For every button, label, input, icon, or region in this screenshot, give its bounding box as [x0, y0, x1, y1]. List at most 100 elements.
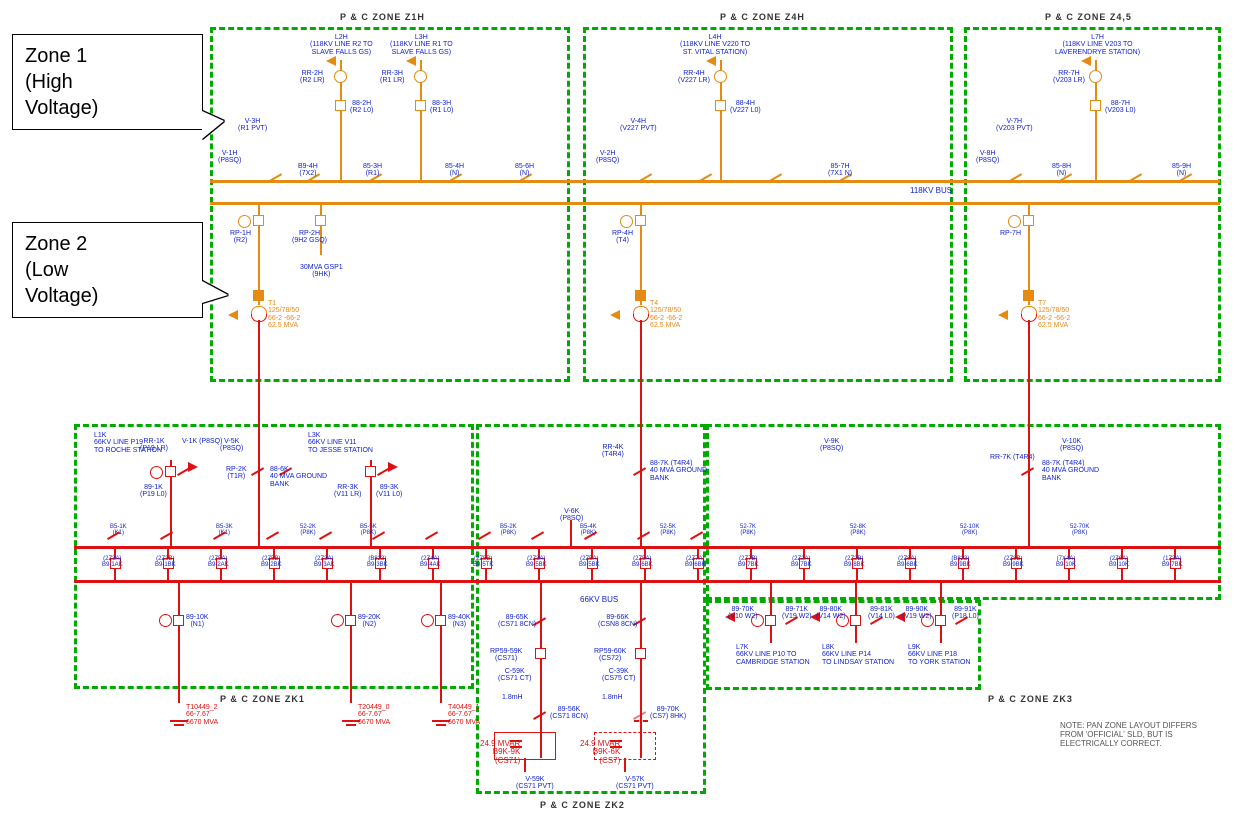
bus-breaker-label-ba10: (7X4A) B9-10K [1056, 556, 1076, 569]
disc-label-b5_2k: B5-2K (P8K) [500, 524, 517, 537]
t4-box [635, 290, 646, 301]
bus-tap-bot-ba5 [538, 568, 540, 580]
disc-label-b52_7k: 52-7K (P8K) [740, 524, 756, 537]
t1-box [253, 290, 264, 301]
b89-20k [345, 615, 356, 626]
lbl-b95_4: B9-4H (7X2) [298, 163, 318, 178]
disc-label-b5_4k: B5-4K (P8K) [580, 524, 597, 537]
bus-breaker-label-bb6: (2Z7A) B9-6BK [685, 556, 706, 569]
lbl-l8k: L8K 66KV LINE P14 TO LINDSAY STATION [822, 644, 894, 666]
lv-bus-top [74, 546, 1221, 549]
lbl-v4h: V-4H (V227 PVT) [620, 118, 657, 133]
v6k-tap [570, 520, 572, 546]
lbl-8920k: 89-20K (N2) [358, 614, 381, 629]
bus-breaker-label-ba2: (2Z5A) B9-2AK [208, 556, 229, 569]
lbl-v1h: V-1H (P8SQ) [218, 150, 241, 165]
lbl-886k: 88-6K 40 MVA GROUND BANK [270, 466, 327, 488]
lbl-l1: 1.8mH [502, 694, 523, 701]
zone-header-z4h: P & C ZONE Z4H [720, 12, 805, 22]
bus-tap-bot-ba3 [326, 568, 328, 580]
arrow-l7h [1081, 56, 1091, 66]
v59-tap [524, 758, 526, 772]
lbl-v57k: V-57K (CS71 PVT) [616, 776, 654, 791]
bus-breaker-label-ba8: (2Z2B) B9-8BK [844, 556, 865, 569]
lbl-8970b: 89-70K (CS7) 8HK) [650, 706, 686, 721]
lbl-rp2k: RP-2K (T1R) [226, 466, 247, 481]
rp4h [635, 215, 646, 226]
bus-breaker-label-bb8: (2Z8A) B9-6BK [897, 556, 918, 569]
m-20k [331, 614, 344, 627]
m-10k [159, 614, 172, 627]
b89-70k [765, 615, 776, 626]
bus-tap-bot-bb9 [1015, 568, 1017, 580]
breaker-l4h [715, 100, 726, 111]
sst-t10-drop [178, 583, 180, 703]
bus-breaker-label-ba7: (2Z7B) B9-7BK [738, 556, 759, 569]
lbl-t7: T7 125/78/50 66-2 -66-2 62.5 MVA [1038, 300, 1070, 329]
zone-header-z1h: P & C ZONE Z1H [340, 12, 425, 22]
bus-tap-bot-ba8 [856, 568, 858, 580]
disc-label-b52_8k: 52-8K (P8K) [850, 524, 866, 537]
lbl-b891k: 89-1K (P19 L0) [140, 484, 167, 499]
bus-tap-bot-ba6 [644, 568, 646, 580]
lbl-t40: T40449_1 66-7.67 6670 MVA [448, 704, 480, 726]
lbl-l2h: L2H (118KV LINE R2 TO SLAVE FALLS GS) [310, 34, 373, 56]
bus-disc-bb6 [691, 530, 705, 540]
d-rp4k [634, 466, 648, 476]
lbl-l7k: L7K 66KV LINE P10 TO CAMBRIDGE STATION [736, 644, 810, 666]
lv-bus-label: 66KV BUS [580, 596, 618, 604]
bus-breaker-label-bb3: (B823) B9-3BK [367, 556, 388, 569]
rr1k [150, 466, 163, 479]
disc-label-b5_5k: B5-5K (P8K) [360, 524, 377, 537]
zone-header-zk1: P & C ZONE ZK1 [220, 694, 305, 704]
arrow-l3h [406, 56, 416, 66]
t1-lv-drop [258, 320, 260, 546]
lbl-l4h: L4H (118KV LINE V220 TO ST. VITAL STATIO… [680, 34, 750, 56]
v57-tap [624, 758, 626, 772]
b89-90k [935, 615, 946, 626]
disc-label-b52_2k: 52-2K (P8K) [300, 524, 316, 537]
lbl-v9k: V-9K (P8SQ) [820, 438, 843, 453]
callout-zone1: Zone 1 (High Voltage) [12, 34, 203, 130]
lbl-rp4h: RP-4H (T4) [612, 230, 633, 245]
bus-tap-bot-ba4 [432, 568, 434, 580]
lbl-gsp: 30MVA GSP1 (9HK) [300, 264, 343, 279]
lbl-8991k: 89-91K (P18 L0) [952, 606, 979, 621]
lbl-rp4k: RR-4K (T4R4) [602, 444, 624, 459]
lbl-877k: 88-7K (T4R4) 40 MVA GROUND BANK [1042, 460, 1099, 482]
bus-disc-bb4 [479, 530, 493, 540]
bus-tap-bot-bb8 [909, 568, 911, 580]
zone-header-zk3: P & C ZONE ZK3 [988, 694, 1073, 704]
t7-box [1023, 290, 1034, 301]
t4-arr [610, 310, 620, 320]
rp7h-m [1008, 215, 1021, 228]
recloser-l2h [334, 70, 347, 83]
d-rp2k [252, 466, 266, 476]
hv-bus-label: 118KV BUS [910, 187, 952, 195]
disc-label-b5_1k: B5-1K (K1) [110, 524, 127, 537]
bus-tap-bot-bb7 [803, 568, 805, 580]
bus-breaker-label-ba3: (2Z3A) B9-3AK [314, 556, 335, 569]
rp1h [253, 215, 264, 226]
bus-disc-bb1 [161, 530, 175, 540]
rp59 [535, 648, 546, 659]
b89-10k [173, 615, 184, 626]
lbl-8980k: 89-80K (V14 W2) [816, 606, 846, 621]
disc-label-b52_10k: 52-10K (P8K) [960, 524, 979, 537]
lbl-8940k: 89-40K (N3) [448, 614, 471, 629]
bus-tap-bot-ba1 [114, 568, 116, 580]
rp1h-m [238, 215, 251, 228]
recloser-l4h [714, 70, 727, 83]
lbl-b85_7h: 85-7H (7X1 N) [828, 163, 852, 178]
bus-tap-bot-ba10 [1068, 568, 1070, 580]
lbl-887k: 88-7K (T4R4) 40 MVA GROUND BANK [650, 460, 707, 482]
zone-header-zk2: P & C ZONE ZK2 [540, 800, 625, 810]
bus-disc-ba6 [638, 530, 652, 540]
m-40k [421, 614, 434, 627]
t4-lv-drop [640, 320, 642, 546]
lbl-b85_8h: 85-8H (N) [1052, 163, 1071, 178]
lbl-rp2h: RP-2H (9H2 GSQ) [292, 230, 327, 245]
lbl-v10k: V-10K (P8SQ) [1060, 438, 1083, 453]
lv-bus-bot [74, 580, 1221, 583]
lbl-8971k: 89-71K (V19 W2) [782, 606, 812, 621]
